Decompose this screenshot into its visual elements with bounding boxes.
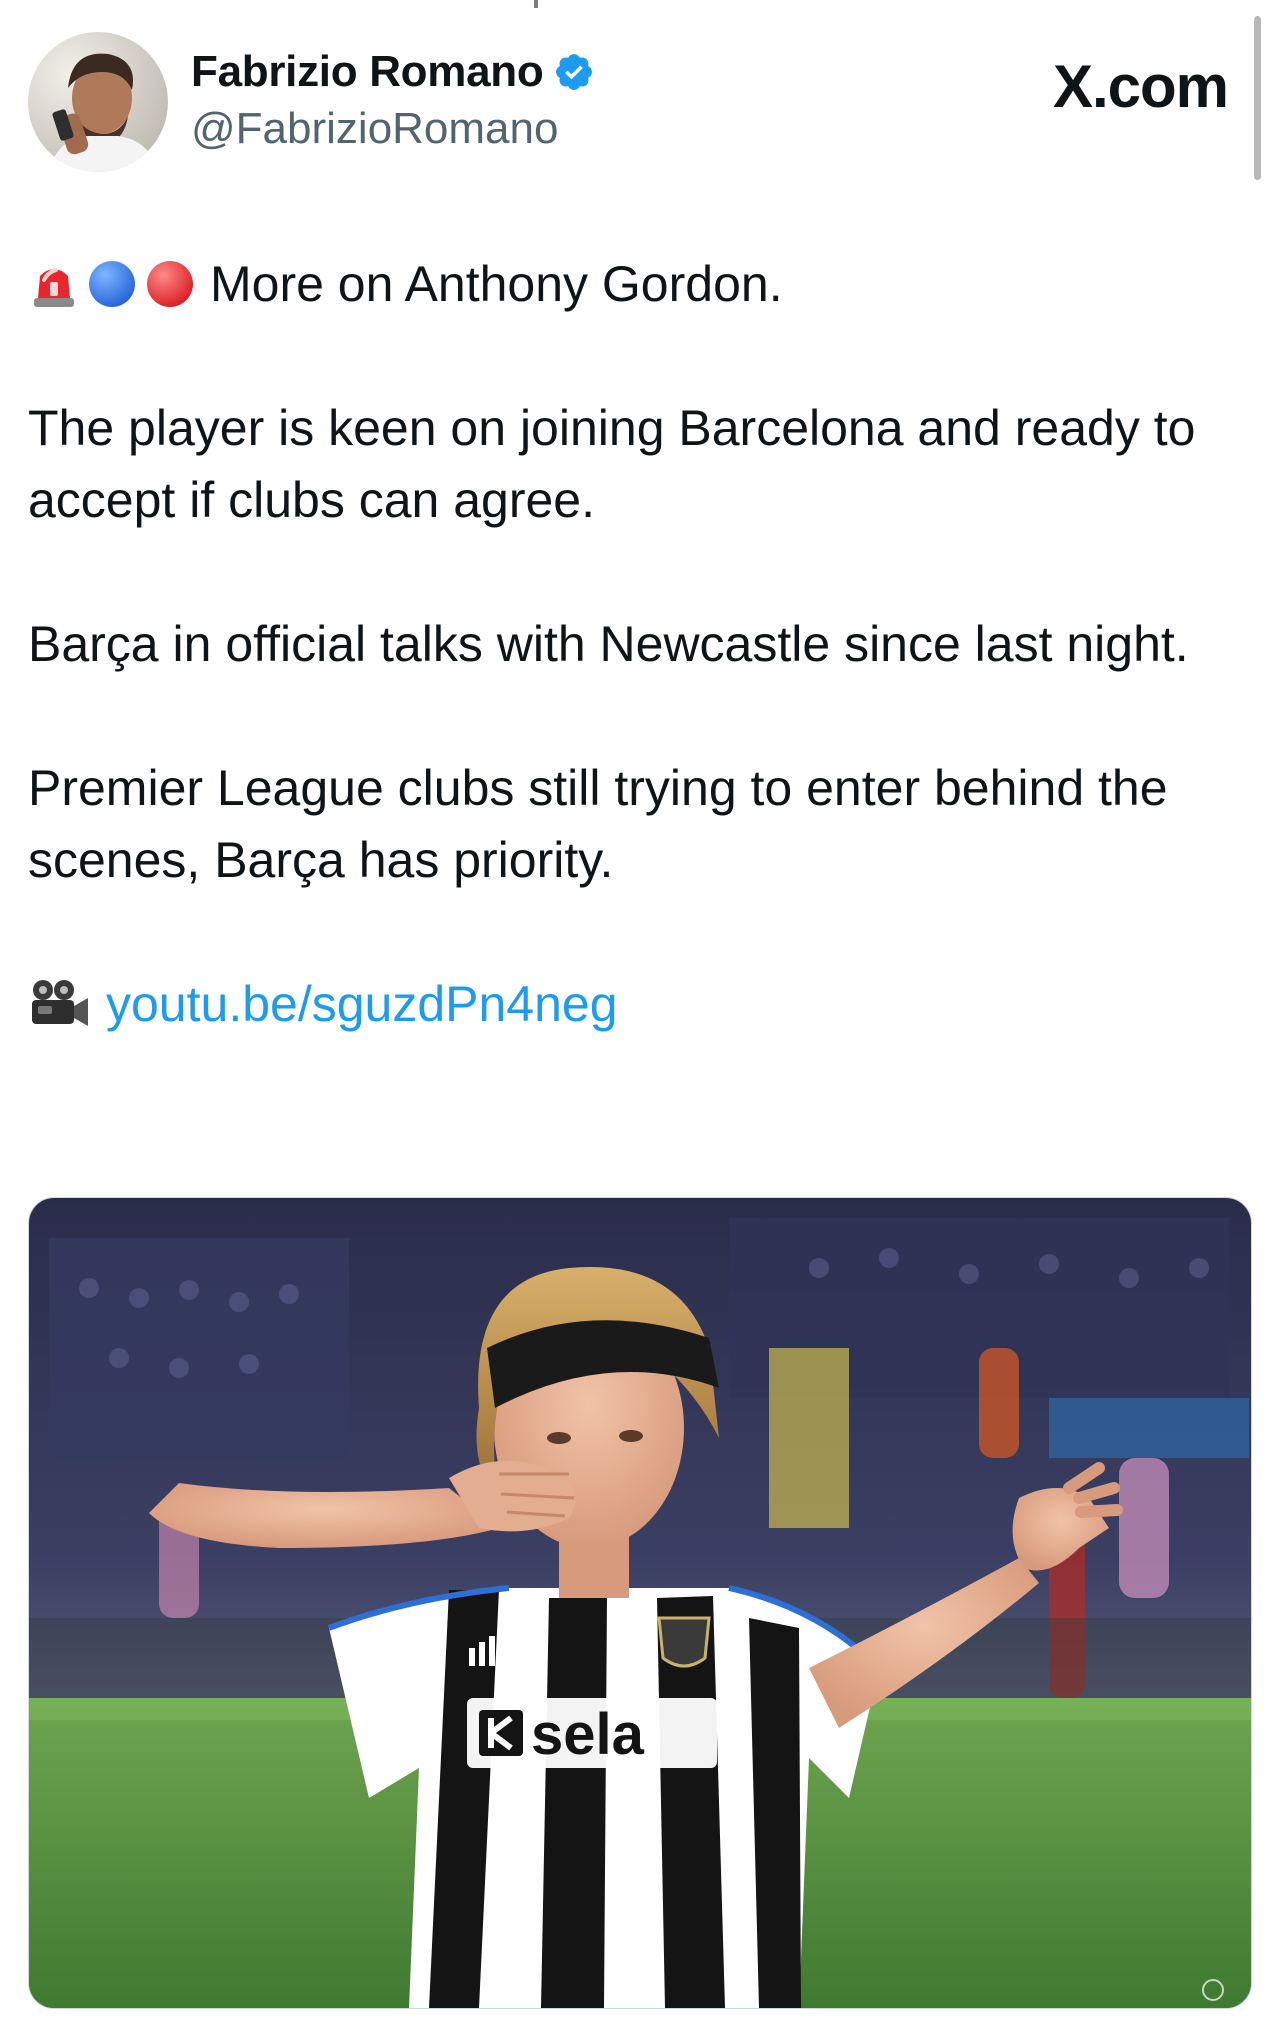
tweet-media-photo[interactable]: sela xyxy=(28,1197,1252,2009)
red-circle-icon xyxy=(147,261,193,307)
youtube-link[interactable]: youtu.be/sguzdPn4neg xyxy=(106,968,618,1040)
avatar[interactable] xyxy=(28,32,168,172)
sponsor-text: sela xyxy=(531,1702,645,1767)
link-row: youtu.be/sguzdPn4neg xyxy=(28,968,1228,1040)
tweet-paragraph-2: Barça in official talks with Newcastle s… xyxy=(28,616,1189,672)
rotating-light-icon xyxy=(34,268,74,307)
top-edge-mark xyxy=(534,0,538,8)
tweet-header: Fabrizio Romano @FabrizioRomano X.com xyxy=(28,32,1244,172)
blue-circle-icon xyxy=(89,261,135,307)
brand-logo: X.com xyxy=(1052,53,1229,120)
tweet-text: More on Anthony Gordon. The player is ke… xyxy=(28,248,1228,1040)
movie-camera-icon xyxy=(32,980,88,1026)
watermark-icon xyxy=(1202,1979,1224,2001)
emoji-group xyxy=(28,258,196,310)
author-block: Fabrizio Romano @FabrizioRomano xyxy=(191,46,595,158)
name-row: Fabrizio Romano xyxy=(191,46,595,98)
intro-text: More on Anthony Gordon. xyxy=(210,256,783,312)
tweet-paragraph-3: Premier League clubs still trying to ent… xyxy=(28,760,1168,888)
display-name[interactable]: Fabrizio Romano xyxy=(191,46,544,98)
profile-photo xyxy=(28,32,168,172)
intro-line: More on Anthony Gordon. xyxy=(28,248,1228,320)
player-photo: sela xyxy=(29,1198,1251,2008)
verified-badge-icon xyxy=(556,54,593,90)
scrollbar[interactable] xyxy=(1254,16,1261,180)
author-handle[interactable]: @FabrizioRomano xyxy=(191,100,595,158)
tweet-paragraph-1: The player is keen on joining Barcelona … xyxy=(28,400,1196,528)
